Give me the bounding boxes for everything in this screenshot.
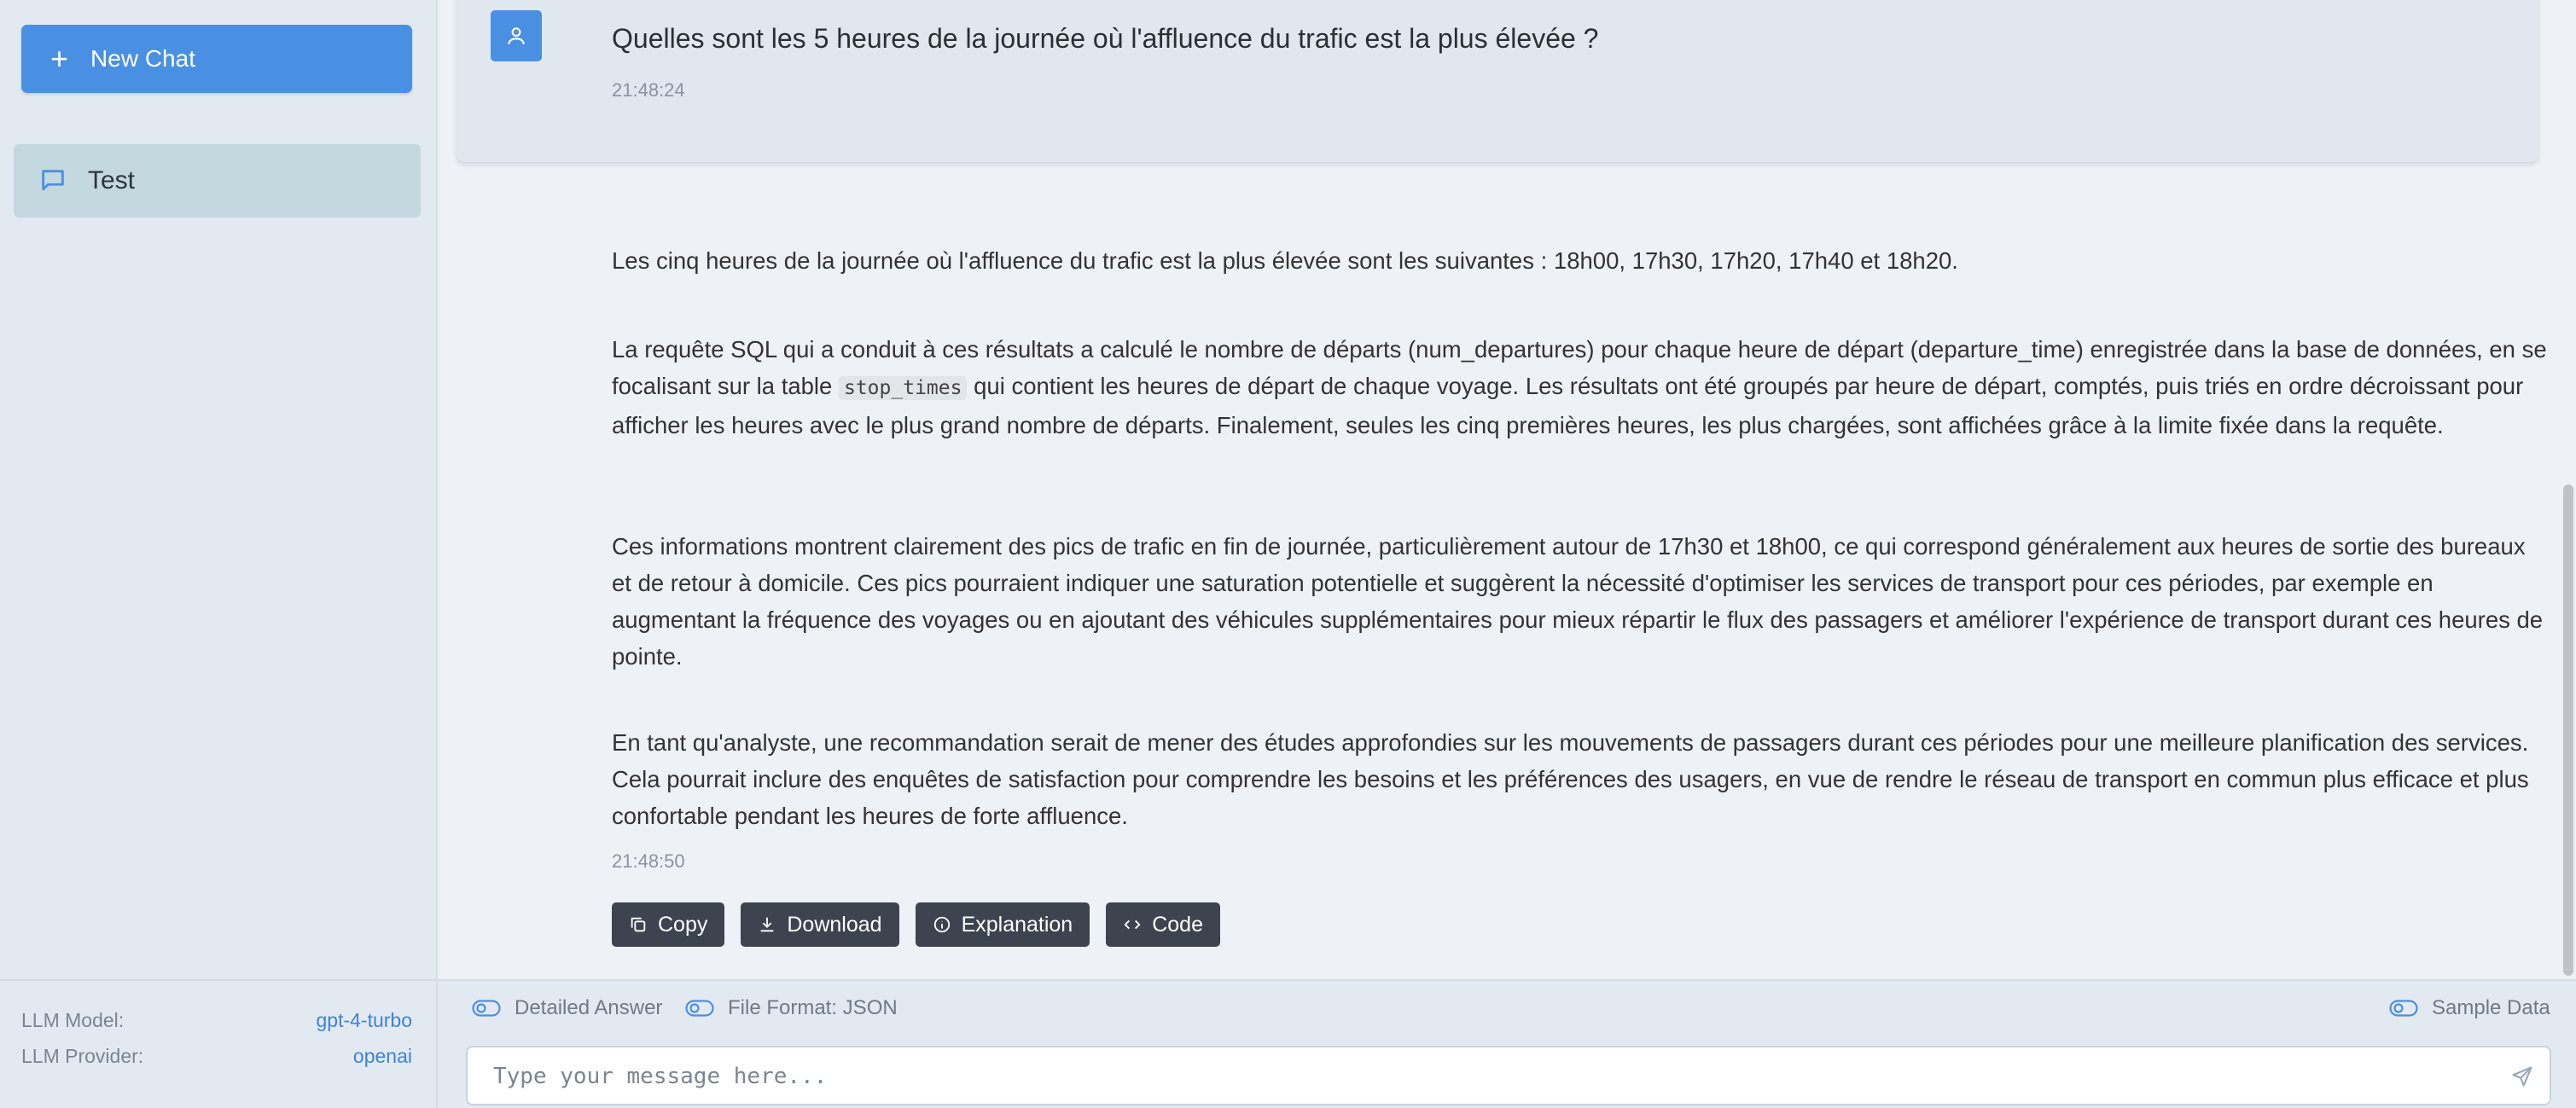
download-button[interactable]: Download (741, 902, 899, 947)
copy-label: Copy (658, 912, 708, 937)
plus-icon: + (50, 41, 69, 76)
sidebar-footer: LLM Model: gpt-4-turbo LLM Provider: ope… (0, 979, 436, 1108)
conversation-panel: Quelles sont les 5 heures de la journée … (438, 0, 2576, 979)
ai-paragraph: En tant qu'analyste, une recommandation … (612, 729, 2529, 829)
toggle-icon (685, 1000, 714, 1017)
ai-paragraph: La requête SQL qui a conduit à ces résul… (612, 331, 2549, 444)
download-label: Download (787, 912, 882, 937)
copy-button[interactable]: Copy (612, 902, 725, 947)
user-message-timestamp: 21:48:24 (612, 79, 685, 101)
inline-code: stop_times (838, 376, 968, 400)
send-icon[interactable] (2510, 1064, 2534, 1088)
sidebar-chat-item-test[interactable]: Test (14, 144, 421, 218)
code-button[interactable]: Code (1106, 902, 1220, 947)
detailed-answer-toggle[interactable]: Detailed Answer (472, 996, 662, 1020)
user-icon (508, 27, 525, 44)
sample-data-label: Sample Data (2432, 996, 2550, 1019)
sample-data-toggle[interactable]: Sample Data (2389, 996, 2550, 1020)
code-icon (1124, 919, 1141, 930)
llm-model-label: LLM Model: (21, 1009, 125, 1031)
chat-bubble-icon (42, 170, 64, 191)
download-icon (761, 917, 774, 932)
llm-model-row: LLM Model: gpt-4-turbo (21, 1009, 412, 1032)
sidebar: + New Chat Test LLM Model: gpt-4-turbo L… (0, 0, 438, 1108)
message-input[interactable] (491, 1058, 2474, 1095)
llm-provider-label: LLM Provider: (21, 1045, 144, 1067)
file-format-label: File Format: JSON (728, 996, 898, 1019)
user-message: Quelles sont les 5 heures de la journée … (456, 0, 2538, 162)
toggle-icon (2389, 1000, 2418, 1017)
explanation-label: Explanation (961, 912, 1073, 937)
copy-icon (631, 917, 646, 932)
scrollbar-thumb[interactable] (2563, 484, 2573, 976)
llm-model-value[interactable]: gpt-4-turbo (316, 1009, 412, 1032)
llm-provider-row: LLM Provider: openai (21, 1045, 412, 1068)
code-label: Code (1152, 912, 1203, 937)
new-chat-button[interactable]: + New Chat (21, 25, 412, 93)
message-actions: Copy Download Explanation Code (612, 902, 1220, 947)
user-avatar (491, 10, 542, 61)
user-message-text: Quelles sont les 5 heures de la journée … (612, 23, 1599, 54)
info-icon (933, 916, 950, 933)
message-input-box[interactable] (466, 1046, 2551, 1105)
new-chat-label: New Chat (90, 45, 195, 72)
llm-provider-value[interactable]: openai (353, 1045, 412, 1068)
ai-message: Les cinq heures de la journée où l'afflu… (456, 183, 2547, 979)
file-format-toggle[interactable]: File Format: JSON (685, 996, 898, 1020)
toggle-icon (472, 1000, 501, 1017)
detailed-answer-label: Detailed Answer (515, 996, 663, 1019)
explanation-button[interactable]: Explanation (915, 902, 1090, 947)
ai-message-timestamp: 21:48:50 (612, 850, 685, 872)
composer-bar: Detailed Answer File Format: JSON Sample… (438, 979, 2576, 1108)
ai-paragraph: Ces informations montrent clairement des… (612, 533, 2544, 670)
ai-paragraph: Les cinq heures de la journée où l'afflu… (612, 247, 1958, 274)
sidebar-chat-label: Test (88, 166, 136, 194)
